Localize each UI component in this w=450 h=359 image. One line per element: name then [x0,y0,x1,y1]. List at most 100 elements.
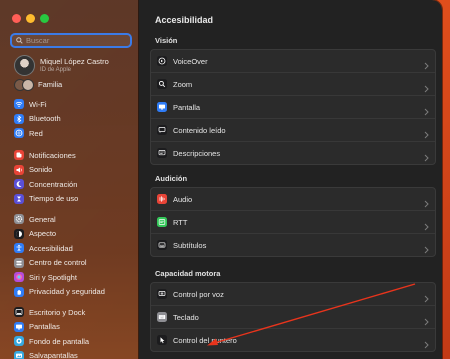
avatar [14,55,35,76]
setting-label: Audio [173,194,193,204]
sidebar-item-label: Pantallas [29,322,60,332]
setting-row-teclado[interactable]: Teclado [151,305,435,328]
wifi-icon [14,99,24,110]
window-controls [12,14,49,23]
sidebar-item-privacidad-y-seguridad[interactable]: Privacidad y seguridad [14,285,105,300]
sidebar-item-label: Wi-Fi [29,99,47,109]
setting-row-control-del-puntero[interactable]: Control del puntero [151,328,435,351]
bluetooth-icon [14,113,24,124]
screensaver-icon [14,350,24,359]
sidebar-group: Wi-Fi Bluetooth Red [14,97,61,141]
globe-icon [14,128,24,139]
sidebar-item-label: Accesibilidad [29,243,73,253]
setting-row-descripciones[interactable]: Descripciones [151,141,435,164]
accessibility-icon [14,243,24,254]
search-field[interactable] [10,33,132,48]
apple-id-account[interactable]: Miquel López Castro ID de Apple [14,55,109,76]
sidebar-item-label: Notificaciones [29,150,76,160]
audio-icon [157,194,167,204]
sidebar-item-label: Centro de control [29,258,87,268]
appearance-icon [14,228,24,239]
display-icon [157,102,167,112]
hand-icon [14,286,24,297]
setting-label: Teclado [173,312,199,322]
hourglass-icon [14,193,24,204]
minimize-button[interactable] [26,14,35,23]
sidebar-item-wi-fi[interactable]: Wi-Fi [14,97,61,112]
sidebar-item-label: Escritorio y Dock [29,307,86,317]
sidebar-item-label: Familia [38,80,63,89]
setting-row-zoom[interactable]: Zoom [151,72,435,95]
sidebar-item-bluetooth[interactable]: Bluetooth [14,112,61,127]
user-name: Miquel López Castro [40,56,109,66]
settings-group: Control por voz Teclado Control del punter… [150,282,436,352]
sidebar-item-sonido[interactable]: Sonido [14,163,78,178]
setting-row-subtitulos[interactable]: Subtítulos [151,233,435,256]
setting-row-pantalla[interactable]: Pantalla [151,95,435,118]
siri-icon [14,272,24,283]
sidebar-item-siri-y-spotlight[interactable]: Siri y Spotlight [14,270,105,285]
setting-row-control-por-voz[interactable]: Control por voz [151,283,435,305]
spoken-content-icon [157,125,167,135]
sidebar-item-label: Red [29,128,43,138]
voice-control-icon [157,289,167,299]
wallpaper-icon [14,336,24,347]
sidebar-item-label: Siri y Spotlight [29,272,77,282]
sidebar-item-label: Bluetooth [29,114,61,124]
setting-row-voiceover[interactable]: VoiceOver [151,50,435,72]
section-title: Audición [155,174,188,183]
setting-row-contenido-leido[interactable]: Contenido leído [151,118,435,141]
gear-icon [14,214,24,225]
setting-label: Contenido leído [173,125,226,135]
setting-row-rtt[interactable]: RTT [151,210,435,233]
sidebar-item-family[interactable]: Familia [14,79,63,91]
sidebar-item-label: Privacidad y seguridad [29,287,105,297]
section-title: Capacidad motora [155,269,221,278]
family-avatars [14,79,34,91]
user-subtitle: ID de Apple [40,66,72,73]
sidebar-item-label: Aspecto [29,229,57,239]
sidebar-item-concentracion[interactable]: Concentración [14,177,78,192]
sidebar-item-escritorio-y-dock[interactable]: Escritorio y Dock [14,305,89,320]
sidebar-item-salvapantallas[interactable]: Salvapantallas [14,349,89,359]
sidebar-item-notificaciones[interactable]: Notificaciones [14,148,78,163]
search-icon [16,37,23,44]
section-title: Visión [155,36,178,45]
setting-label: Control del puntero [173,335,237,345]
sidebar-item-label: Sonido [29,165,53,175]
sidebar: Miquel López Castro ID de Apple Familia … [0,0,139,359]
sidebar-item-red[interactable]: Red [14,126,61,141]
descriptions-icon [157,148,167,158]
keyboard-icon [157,312,167,322]
close-button[interactable] [12,14,21,23]
pointer-icon [157,335,167,345]
setting-label: Descripciones [173,148,221,158]
sidebar-item-accesibilidad[interactable]: Accesibilidad [14,241,105,256]
sidebar-item-aspecto[interactable]: Aspecto [14,227,105,242]
control-center-icon [14,257,24,268]
sidebar-group: Notificaciones Sonido Concentración Tiempo … [14,148,78,206]
sidebar-item-centro-de-control[interactable]: Centro de control [14,256,105,271]
setting-label: Control por voz [173,289,224,299]
chevron-right-icon [424,241,429,256]
rtt-icon [157,217,167,227]
sidebar-item-label: Salvapantallas [29,351,78,359]
chevron-right-icon [424,149,429,164]
settings-group: VoiceOver Zoom Pantalla Contenido leído Desc… [150,49,436,165]
settings-window: Miquel López Castro ID de Apple Familia … [0,0,442,359]
search-input[interactable] [23,36,116,45]
sidebar-item-label: Fondo de pantalla [29,336,90,346]
page-title: Accesibilidad [155,15,214,25]
setting-label: Subtítulos [173,240,207,250]
sidebar-item-tiempo-de-uso[interactable]: Tiempo de uso [14,192,78,207]
sidebar-item-fondo-de-pantalla[interactable]: Fondo de pantalla [14,334,89,349]
maximize-button[interactable] [40,14,49,23]
sidebar-item-label: Concentración [29,179,78,189]
sidebar-item-general[interactable]: General [14,212,105,227]
moon-icon [14,179,24,190]
zoom-icon [157,79,167,89]
voiceover-icon [157,56,167,66]
setting-row-audio[interactable]: Audio [151,188,435,210]
setting-label: Pantalla [173,102,201,112]
sidebar-item-pantallas[interactable]: Pantallas [14,320,89,335]
